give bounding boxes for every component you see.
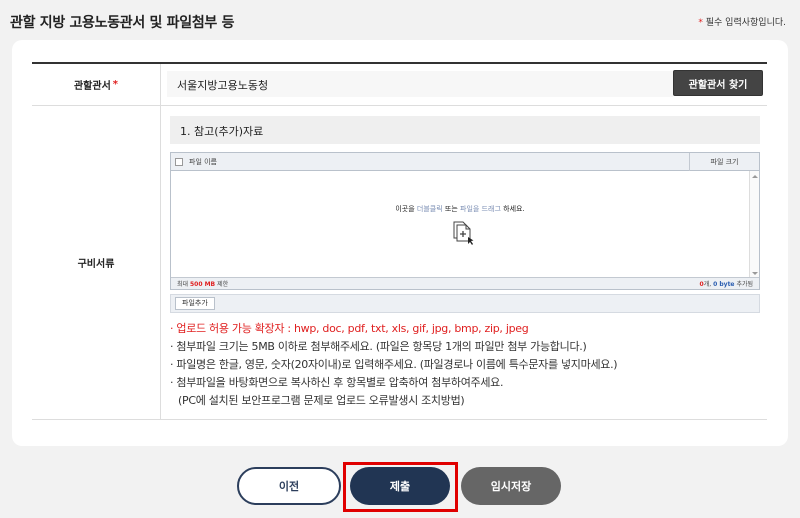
uploader-footer: 최대 500 MB 제한 0개, 0 byte 추가됨	[171, 277, 759, 289]
note-pc-link[interactable]: (PC에 설치된 보안프로그램 문제로 업로드 오류발생시 조치방법)	[170, 392, 617, 410]
form-table: 관할관서 * 서울지방고용노동청 관할관서 찾기 구비서류 1. 참고(추가)자…	[32, 62, 767, 420]
note-size: · 첨부파일 크기는 5MB 이하로 첨부해주세요. (파일은 항목당 1개의 …	[170, 340, 587, 353]
office-required-star: *	[112, 79, 119, 90]
page-title: 관할 지방 고용노동관서 및 파일첨부 등	[10, 15, 235, 31]
add-file-bar: 파일추가	[170, 294, 760, 313]
docs-label: 구비서류	[32, 106, 161, 419]
max-value: 500 MB	[189, 281, 216, 288]
find-office-button[interactable]: 관할관서 찾기	[673, 70, 763, 96]
drop-prefix: 이곳을	[395, 205, 415, 213]
drop-drag: 파일을 드래그	[460, 205, 501, 213]
note-filename: · 파일명은 한글, 영문, 숫자(20자이내)로 입력해주세요. (파일경로나…	[170, 358, 618, 371]
add-file-button[interactable]: 파일추가	[175, 297, 215, 310]
added-label: 추가됨	[736, 281, 753, 288]
added-count-unit: 개,	[703, 281, 712, 288]
select-all-checkbox[interactable]	[175, 157, 183, 166]
upload-notes: · 업로드 허용 가능 확장자 : hwp, doc, pdf, txt, xl…	[170, 320, 618, 410]
docs-label-text: 구비서류	[77, 259, 115, 270]
max-prefix: 최대	[177, 281, 189, 288]
required-note: * 필수 입력사항입니다.	[698, 15, 786, 28]
required-note-text: 필수 입력사항입니다.	[705, 18, 786, 28]
office-label: 관할관서 *	[32, 64, 161, 105]
docs-row: 구비서류 1. 참고(추가)자료 파일 이름 파일 크기 이곳을 더블클릭 또는	[32, 106, 767, 420]
office-body: 서울지방고용노동청 관할관서 찾기	[161, 64, 767, 105]
uploader-scrollbar[interactable]	[749, 171, 759, 279]
drop-mid: 또는	[444, 205, 458, 213]
drop-instruction: 이곳을 더블클릭 또는 파일을 드래그 하세요.	[171, 204, 749, 214]
scroll-down-icon[interactable]	[752, 272, 758, 275]
max-suffix: 제한	[217, 281, 229, 288]
submit-button[interactable]: 제출	[350, 467, 450, 505]
added-bytes: 0 byte	[713, 281, 735, 288]
note-desktop: · 첨부파일을 바탕화면으로 복사하신 후 항목별로 압축하여 첨부하여주세요.	[170, 376, 504, 389]
file-uploader: 파일 이름 파일 크기 이곳을 더블클릭 또는 파일을 드래그 하세요. 최대 …	[170, 152, 760, 290]
temp-save-button[interactable]: 임시저장	[461, 467, 561, 505]
form-panel: 관할관서 * 서울지방고용노동청 관할관서 찾기 구비서류 1. 참고(추가)자…	[12, 40, 788, 446]
uploader-header: 파일 이름 파일 크기	[171, 152, 759, 171]
max-size-note: 최대 500 MB 제한	[177, 279, 700, 288]
action-buttons: 이전 제출 임시저장	[0, 462, 800, 512]
section-title: 1. 참고(추가)자료	[170, 116, 760, 144]
drop-suffix: 하세요.	[503, 205, 525, 213]
added-status: 0개, 0 byte 추가됨	[700, 279, 753, 288]
col-file-size: 파일 크기	[689, 152, 759, 171]
col-file-name: 파일 이름	[189, 157, 217, 166]
drop-dblclick: 더블클릭	[416, 205, 443, 213]
office-label-text: 관할관서	[73, 81, 111, 92]
scroll-up-icon[interactable]	[752, 175, 758, 178]
prev-button[interactable]: 이전	[237, 467, 341, 505]
office-row: 관할관서 * 서울지방고용노동청 관할관서 찾기	[32, 64, 767, 106]
note-extensions: · 업로드 허용 가능 확장자 : hwp, doc, pdf, txt, xl…	[170, 322, 529, 335]
drop-zone[interactable]: 이곳을 더블클릭 또는 파일을 드래그 하세요.	[171, 171, 749, 279]
add-file-icon	[451, 221, 475, 249]
office-value-field: 서울지방고용노동청	[167, 71, 673, 97]
docs-body: 1. 참고(추가)자료 파일 이름 파일 크기 이곳을 더블클릭 또는 파일을 …	[161, 106, 767, 419]
required-star: *	[698, 18, 703, 28]
